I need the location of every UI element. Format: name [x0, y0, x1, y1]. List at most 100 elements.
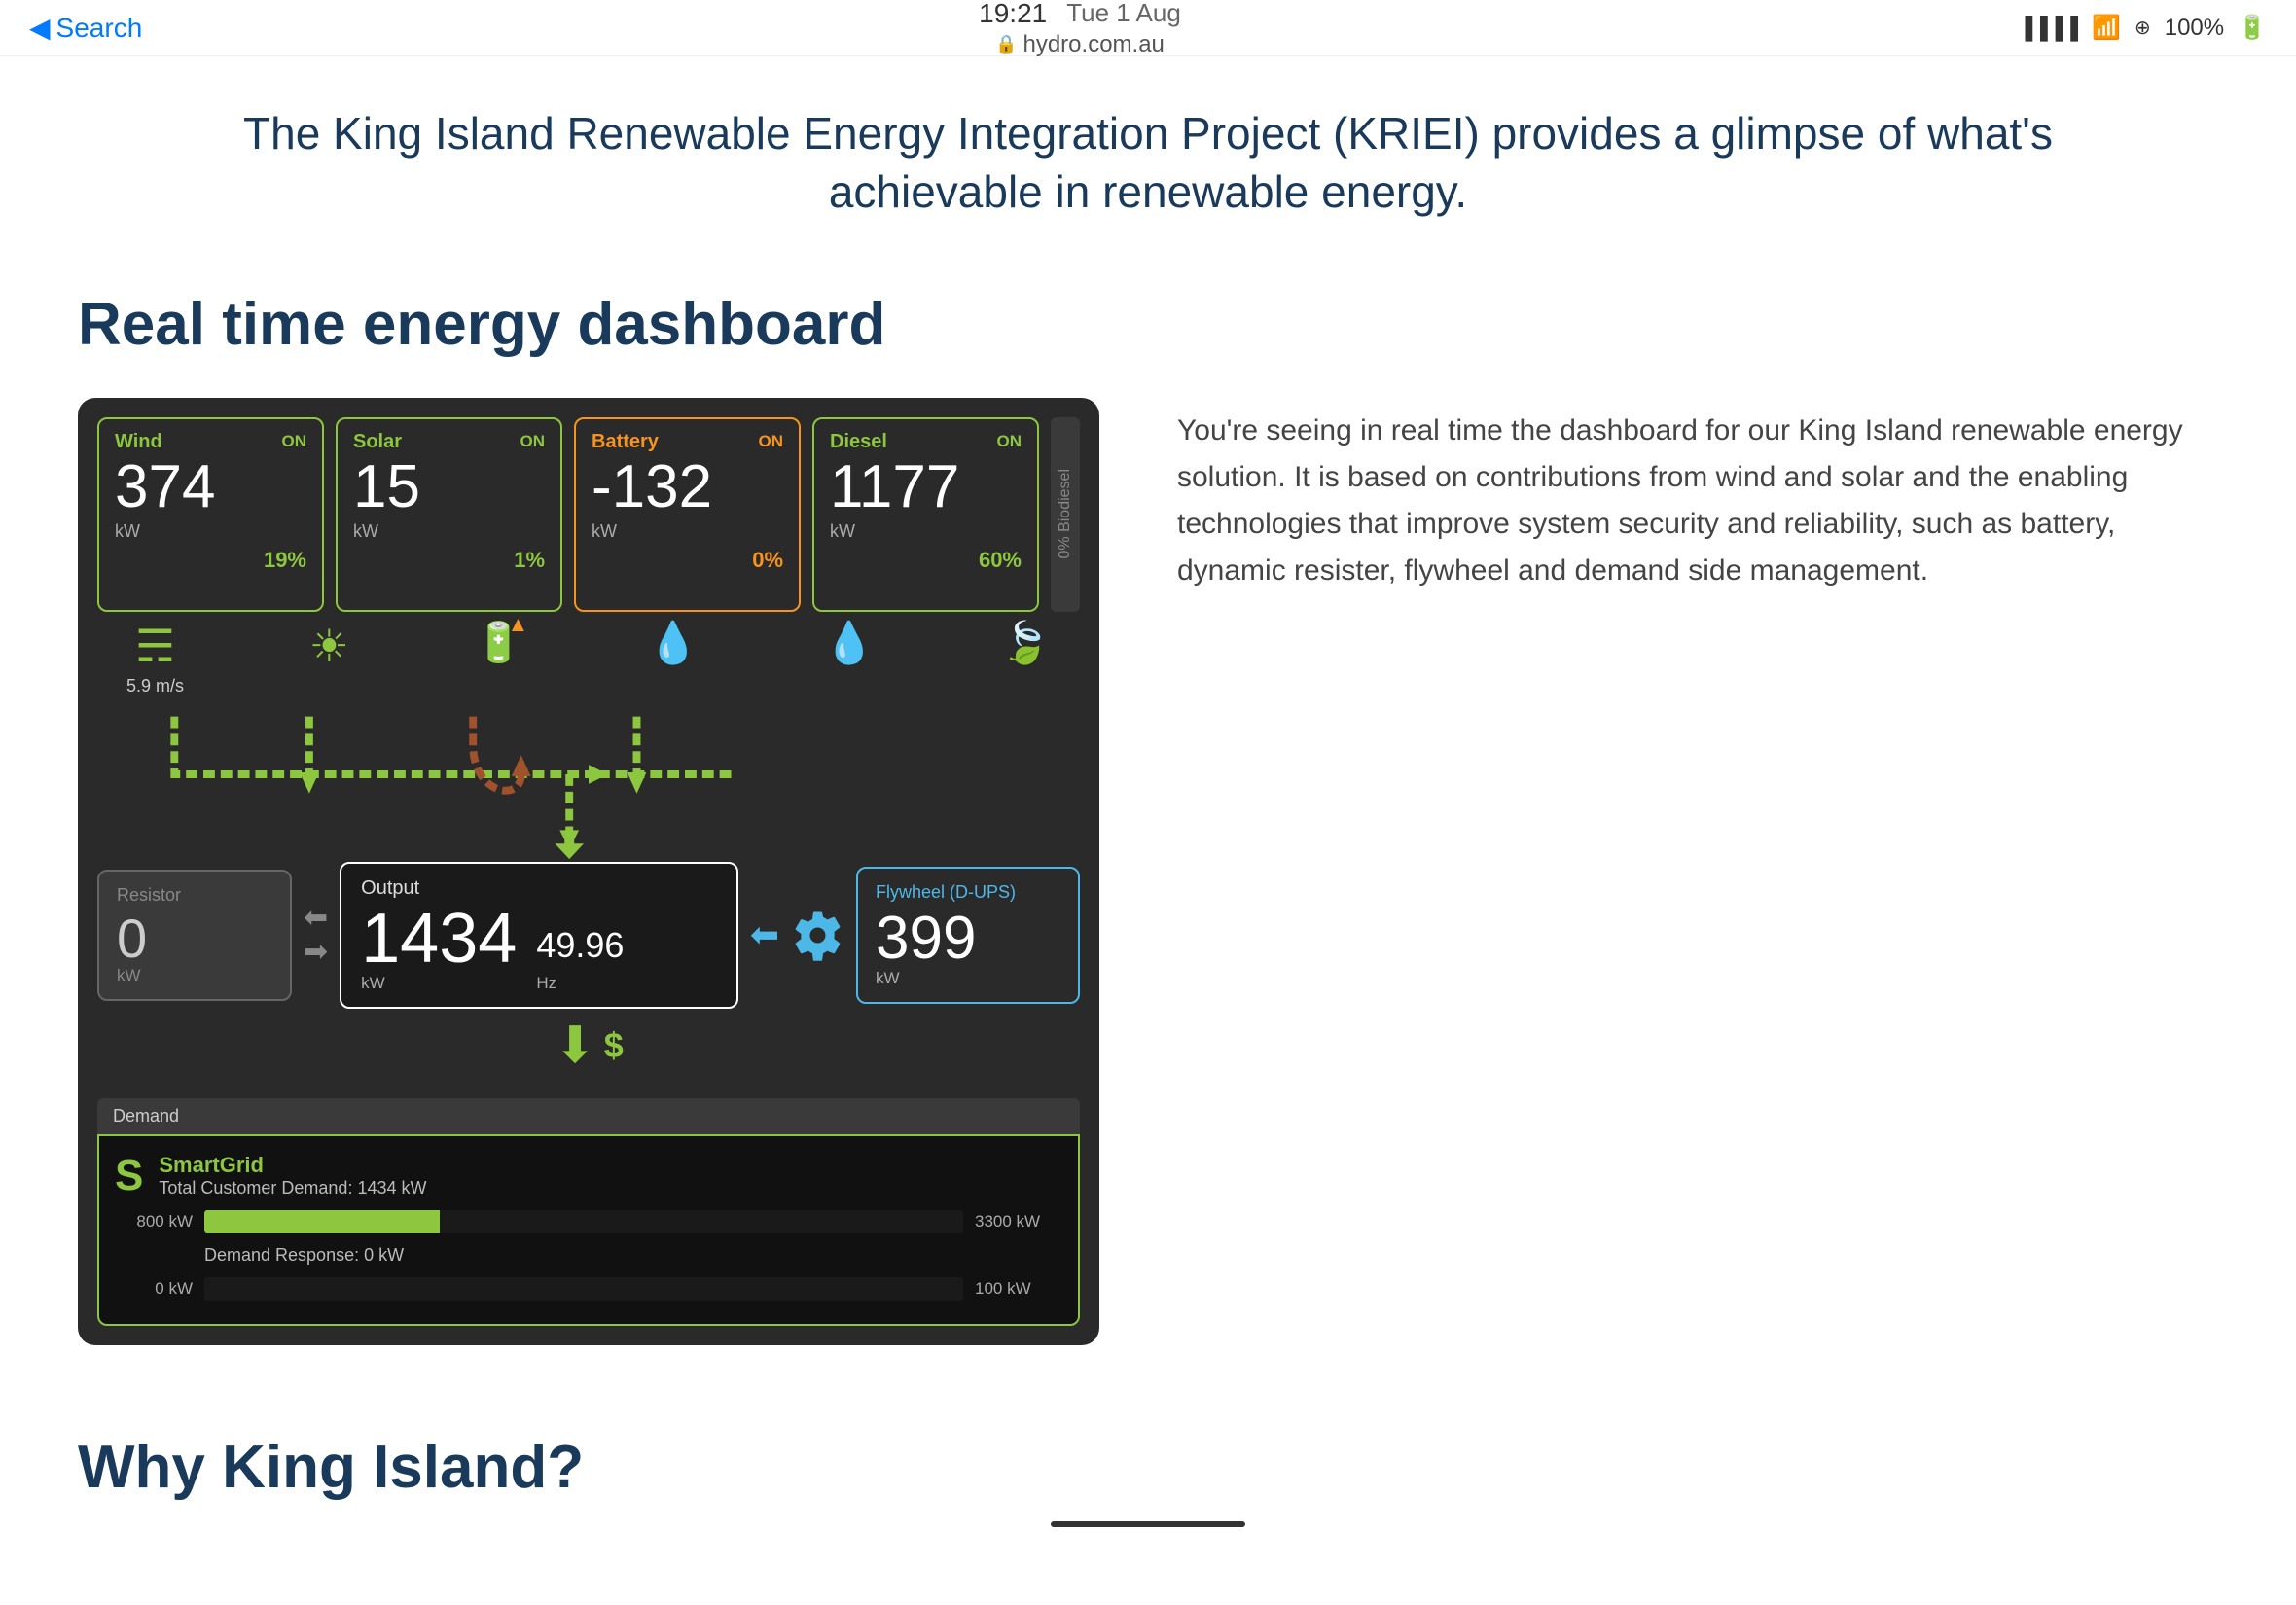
battery-label: Battery [592, 431, 659, 453]
bottom-divider [1051, 1521, 1245, 1527]
back-chevron: ◀ [29, 12, 51, 44]
solar-label: Solar [353, 431, 402, 453]
water-flow-icon: 💧 [824, 620, 875, 667]
screen-icon: ⊕ [2135, 16, 2151, 40]
output-freq-unit: Hz [536, 974, 624, 993]
demand-bar-fill [204, 1210, 440, 1233]
resistor-card: Resistor 0 kW [97, 870, 292, 1001]
bar1-min-label: 800 kW [115, 1212, 193, 1231]
why-section: Why King Island? [78, 1413, 2218, 1527]
diesel-unit: kW [830, 521, 1022, 542]
fuel-drop-icon: 💧 [648, 620, 699, 667]
output-value: 1434 [361, 904, 517, 974]
demand-symbol-icon: $ [604, 1025, 624, 1066]
wind-speed: 5.9 m/s [126, 676, 184, 696]
wind-label: Wind [115, 431, 162, 453]
diesel-status: ON [997, 432, 1022, 451]
response-bar-track [204, 1277, 963, 1301]
page-content: The King Island Renewable Energy Integra… [0, 56, 2296, 1605]
resistor-label: Resistor [117, 885, 272, 906]
date-display: Tue 1 Aug [1066, 0, 1181, 28]
demand-body: S SmartGrid Total Customer Demand: 1434 … [97, 1134, 1080, 1326]
water-drop-icon: 💧 [824, 620, 875, 667]
wind-card: Wind ON 374 kW 19% [97, 417, 324, 612]
demand-bar-track [204, 1210, 963, 1233]
wind-percent: 19% [115, 548, 306, 573]
dashboard-widget: Wind ON 374 kW 19% Solar ON 15 kW 1% [78, 398, 1099, 1345]
flywheel-card: Flywheel (D-UPS) 399 kW [856, 867, 1080, 1004]
biodiesel-label: 0% Biodiesel [1057, 461, 1074, 567]
solar-percent: 1% [353, 548, 545, 573]
diesel-percent: 60% [830, 548, 1022, 573]
demand-bar-row: 800 kW 3300 kW [115, 1210, 1062, 1233]
diesel-value: 1177 [830, 457, 1022, 517]
hero-text: The King Island Renewable Energy Integra… [78, 105, 2218, 222]
flywheel-label: Flywheel (D-UPS) [876, 882, 1060, 903]
left-arrow-icon: ⬅ [304, 901, 328, 935]
smartgrid-logo: S [115, 1152, 143, 1200]
solar-flow-icon: ☀ [309, 620, 349, 672]
leaf-icon: 🍃 [1000, 620, 1051, 667]
sun-icon: ☀ [309, 620, 349, 672]
down-arrow-large-icon: ⬇ [554, 1016, 596, 1075]
output-freq: 49.96 [536, 925, 624, 966]
signal-icon: ▐▐▐▐ [2018, 16, 2078, 41]
demand-response-bar-row: 0 kW 100 kW [115, 1277, 1062, 1301]
output-label: Output [361, 877, 717, 900]
bar1-max-label: 3300 kW [975, 1212, 1062, 1231]
wind-unit: kW [115, 521, 306, 542]
wind-status: ON [282, 432, 307, 451]
resistor-value: 0 [117, 911, 272, 966]
bidirectional-arrow: ⬅ ➡ [304, 901, 328, 969]
demand-arrow-area: ⬇ $ [97, 1009, 1080, 1083]
description-text: You're seeing in real time the dashboard… [1177, 408, 2218, 594]
output-card: Output 1434 kW 49.96 Hz [340, 862, 738, 1009]
battery-value: -132 [592, 457, 783, 517]
biodiesel-bar: 0% Biodiesel [1051, 417, 1080, 612]
bar2-max-label: 100 kW [975, 1279, 1062, 1299]
battery-card: Battery ON -132 kW 0% [574, 417, 801, 612]
leaf-flow-icon: 🍃 [1000, 620, 1051, 667]
back-label[interactable]: Search [56, 13, 143, 44]
time-display: 19:21 [979, 0, 1047, 29]
why-heading: Why King Island? [78, 1433, 2218, 1502]
wind-value: 374 [115, 457, 306, 517]
resistor-unit: kW [117, 966, 272, 985]
battery-unit: kW [592, 521, 783, 542]
flywheel-arrow: ⬅ [750, 914, 779, 955]
flow-svg [107, 696, 1070, 852]
smartgrid-row: S SmartGrid Total Customer Demand: 1434 … [115, 1152, 1062, 1200]
url-display[interactable]: hydro.com.au [1022, 31, 1164, 58]
bar2-min-label: 0 kW [115, 1279, 193, 1299]
smartgrid-info: SmartGrid Total Customer Demand: 1434 kW [159, 1153, 426, 1198]
status-left: ◀ Search [29, 12, 142, 44]
status-center: 19:21 Tue 1 Aug 🔒 hydro.com.au [979, 0, 1181, 58]
bottom-row: Resistor 0 kW ⬅ ➡ Output 1434 kW [97, 862, 1080, 1009]
battery-arrow-container: 🔋 ▲ [474, 620, 522, 665]
wifi-icon: 📶 [2092, 14, 2121, 42]
right-arrow-icon: ➡ [304, 935, 328, 969]
description-panel: You're seeing in real time the dashboard… [1177, 398, 2218, 594]
smartgrid-demand-text: Total Customer Demand: 1434 kW [159, 1178, 426, 1198]
flow-area: ☴ 5.9 m/s ☀ 🔋 ▲ [97, 620, 1080, 852]
battery-icon: 🔋 [2238, 14, 2267, 42]
up-arrow-icon: ▲ [508, 612, 529, 637]
demand-response-label: Demand Response: 0 kW [204, 1241, 1062, 1269]
solar-unit: kW [353, 521, 545, 542]
flywheel-value: 399 [876, 909, 1060, 969]
section-heading: Real time energy dashboard [78, 290, 2218, 359]
demand-section: Demand S SmartGrid Total Customer Demand… [97, 1098, 1080, 1326]
flywheel-unit: kW [876, 969, 1060, 988]
wind-turbine-icon: ☴ [135, 620, 175, 672]
wind-flow-icon: ☴ 5.9 m/s [126, 620, 184, 696]
battery-status: ON [759, 432, 784, 451]
gear-icon [791, 909, 844, 962]
battery-percent: 100% [2165, 15, 2224, 42]
status-right: ▐▐▐▐ 📶 ⊕ 100% 🔋 [2018, 14, 2267, 42]
solar-card: Solar ON 15 kW 1% [336, 417, 562, 612]
battery-flow-icon: 🔋 ▲ [474, 620, 522, 665]
solar-value: 15 [353, 457, 545, 517]
diesel-flow-icon: 💧 [648, 620, 699, 667]
battery-percent-val: 0% [592, 548, 783, 573]
solar-status: ON [520, 432, 546, 451]
